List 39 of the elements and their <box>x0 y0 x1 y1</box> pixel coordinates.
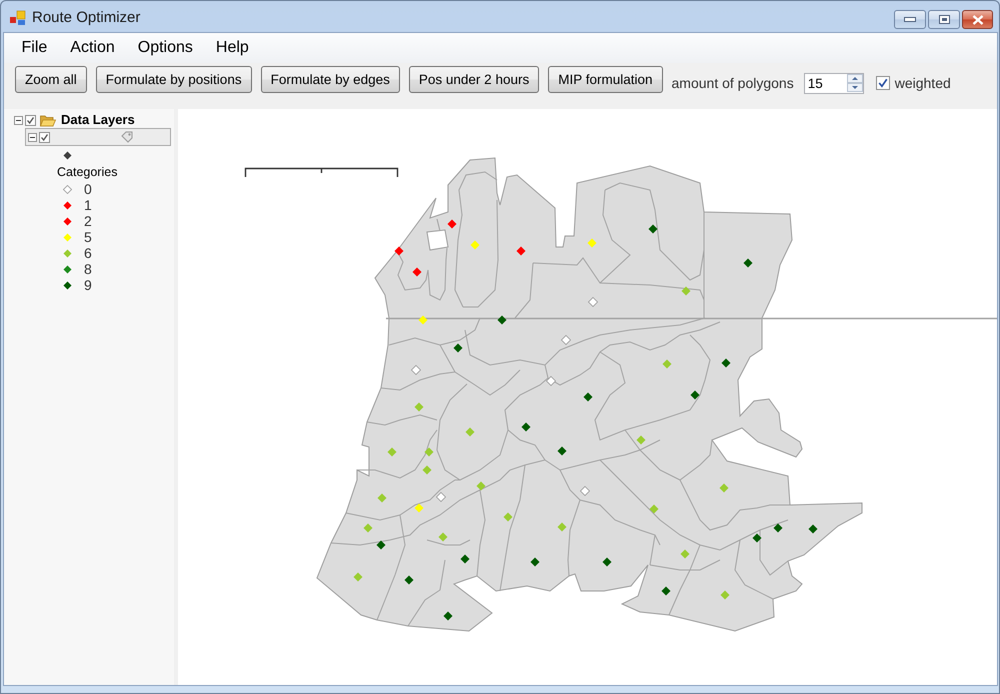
app-icon <box>10 10 26 26</box>
menu-item[interactable]: Options <box>126 37 204 59</box>
toolbar-button[interactable]: Pos under 2 hours <box>408 66 540 93</box>
weighted-label: weighted <box>894 74 951 93</box>
close-icon <box>972 14 984 24</box>
category-label: 9 <box>84 276 92 294</box>
layer-checkbox[interactable] <box>25 114 36 126</box>
tag-icon <box>121 131 133 143</box>
spin-up-icon[interactable] <box>846 74 863 82</box>
folder-icon <box>40 114 56 126</box>
weighted-checkbox[interactable] <box>876 76 890 90</box>
layer-checkbox[interactable] <box>39 132 50 142</box>
menu-item[interactable]: Help <box>204 37 260 59</box>
category-label: 8 <box>84 260 92 278</box>
menu-item[interactable]: Action <box>58 37 126 59</box>
legend-title: Categories <box>57 164 118 181</box>
category-label: 2 <box>84 212 92 230</box>
collapse-icon[interactable] <box>28 132 37 142</box>
maximize-button[interactable] <box>928 10 960 29</box>
toolbar-button[interactable]: MIP formulation <box>548 66 663 93</box>
category-label: 1 <box>84 196 92 214</box>
toolbar-button[interactable]: Formulate by positions <box>96 66 252 93</box>
category-label: 6 <box>84 244 92 262</box>
collapse-icon[interactable] <box>14 116 23 124</box>
toolbar-button[interactable]: Formulate by edges <box>260 66 400 93</box>
spin-down-icon[interactable] <box>846 82 863 92</box>
window-title: Route Optimizer <box>32 8 140 28</box>
restore-icon <box>938 15 950 24</box>
scale-bar-icon <box>244 168 398 178</box>
layer-label[interactable]: Data Layers <box>61 110 135 130</box>
close-button[interactable] <box>962 10 993 29</box>
category-label: 0 <box>84 180 92 198</box>
toolbar-button[interactable]: Zoom all <box>15 66 87 93</box>
minimize-button[interactable] <box>894 10 926 29</box>
polygon-count-label: amount of polygons <box>672 74 794 93</box>
layer-symbol-icon <box>63 150 72 160</box>
category-label: 5 <box>84 228 92 246</box>
menu-item[interactable]: File <box>10 37 59 59</box>
minimize-icon <box>904 16 916 22</box>
